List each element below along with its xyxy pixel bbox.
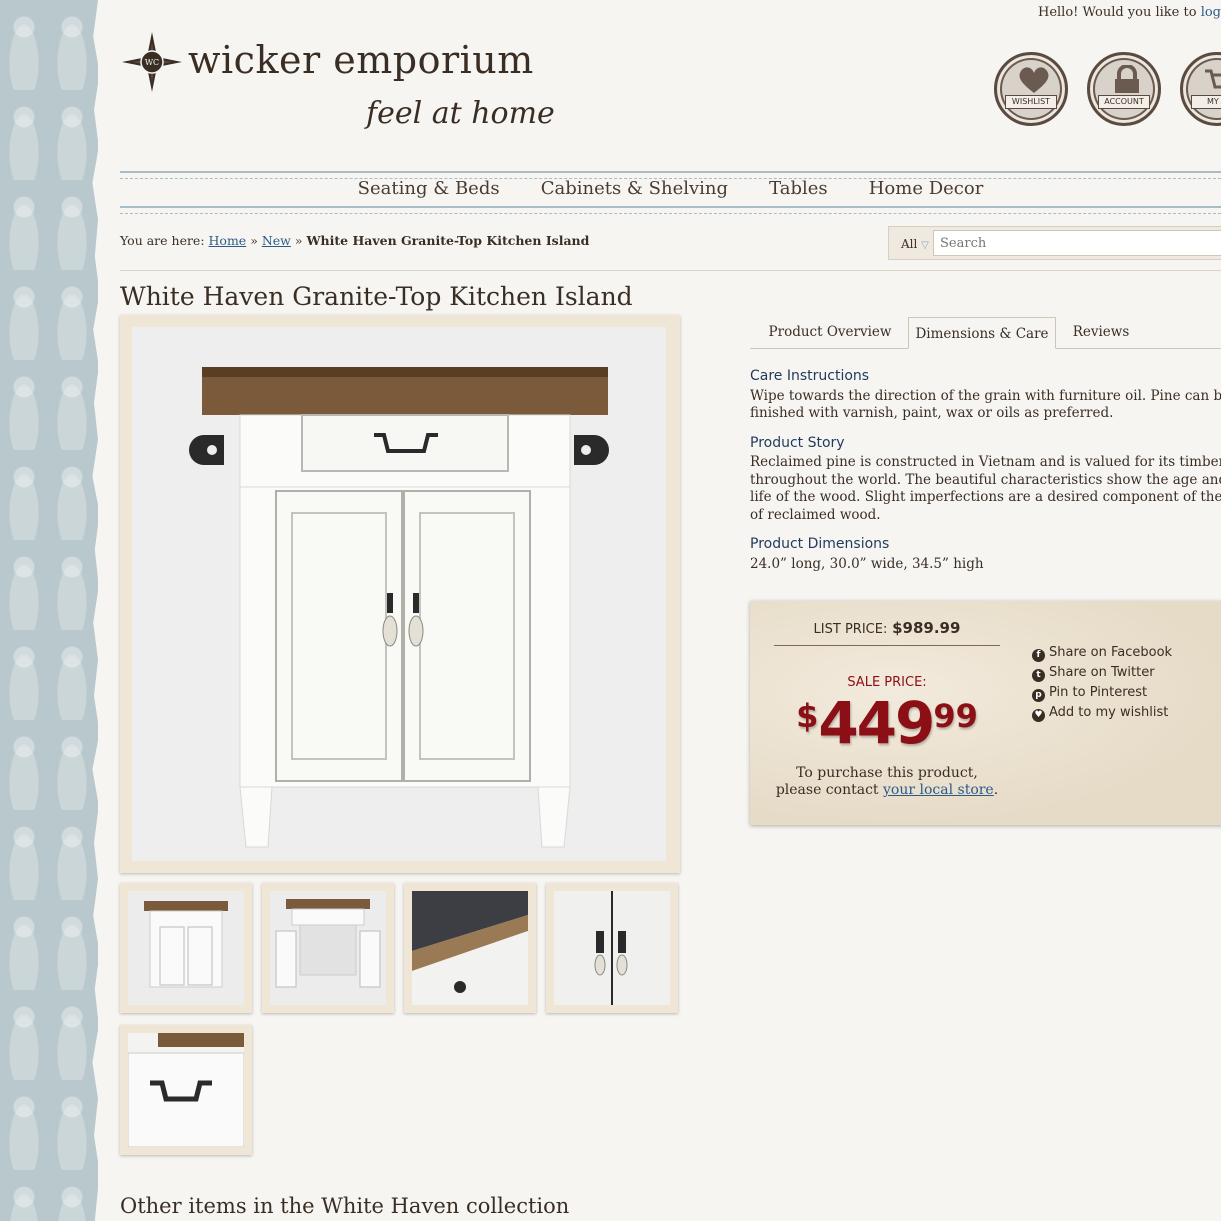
decorative-side-strip bbox=[0, 0, 98, 1221]
add-to-wishlist-label: Add to my wishlist bbox=[1049, 705, 1169, 720]
sale-price-whole: 449 bbox=[818, 689, 935, 757]
pin-pinterest-link[interactable]: p Pin to Pinterest bbox=[1032, 683, 1172, 703]
logo-monogram: WC bbox=[145, 58, 159, 67]
tab-dimensions-care[interactable]: Dimensions & Care bbox=[908, 317, 1056, 349]
kitchen-island-photo bbox=[132, 327, 666, 861]
thumbnail-1[interactable] bbox=[120, 883, 252, 1013]
search-input[interactable] bbox=[933, 230, 1221, 256]
nav-item-home-decor[interactable]: Home Decor bbox=[869, 178, 984, 199]
breadcrumb-current: White Haven Granite-Top Kitchen Island bbox=[306, 233, 590, 248]
care-instructions-heading: Care Instructions bbox=[750, 368, 870, 384]
product-dimensions-heading: Product Dimensions bbox=[750, 536, 890, 552]
share-twitter-link[interactable]: t Share on Twitter bbox=[1032, 663, 1172, 683]
product-title: White Haven Granite-Top Kitchen Island bbox=[120, 282, 633, 311]
twitter-icon: t bbox=[1032, 669, 1045, 682]
sale-price: $44999 bbox=[774, 689, 1000, 757]
nav-item-seating-beds[interactable]: Seating & Beds bbox=[358, 178, 500, 199]
facebook-icon: f bbox=[1032, 649, 1045, 662]
local-store-link[interactable]: your local store bbox=[883, 782, 994, 798]
sale-price-cents: 99 bbox=[933, 697, 978, 735]
thumbnail-image bbox=[554, 891, 670, 1005]
sale-price-currency: $ bbox=[796, 697, 819, 735]
brand-tagline: feel at home bbox=[366, 96, 555, 131]
heart-icon: ♥ bbox=[1032, 709, 1045, 722]
cart-badge[interactable]: MY C bbox=[1180, 52, 1221, 126]
greeting-text: Hello! Would you like to bbox=[1037, 5, 1201, 20]
thumbnail-image bbox=[128, 1033, 244, 1147]
wishlist-badge[interactable]: WISHLIST bbox=[994, 52, 1068, 126]
main-product-image-frame bbox=[120, 315, 680, 873]
nav-item-tables[interactable]: Tables bbox=[769, 178, 828, 199]
product-story-heading: Product Story bbox=[750, 434, 845, 451]
care-line: finished with varnish, paint, wax or oil… bbox=[750, 405, 1114, 421]
thumbnail-image bbox=[128, 891, 244, 1005]
add-to-wishlist-link[interactable]: ♥ Add to my wishlist bbox=[1032, 703, 1172, 723]
chevron-down-icon: ▽ bbox=[921, 240, 929, 251]
share-facebook-label: Share on Facebook bbox=[1049, 645, 1173, 660]
product-story-text: Reclaimed pine is constructed in Vietnam… bbox=[750, 454, 1221, 524]
breadcrumb-prefix: You are here: bbox=[120, 233, 209, 248]
thumbnail-image bbox=[412, 891, 528, 1005]
nav-item-cabinets-shelving[interactable]: Cabinets & Shelving bbox=[541, 178, 728, 199]
section-divider bbox=[120, 270, 1221, 271]
share-links: f Share on Facebook t Share on Twitter p Pi… bbox=[1032, 643, 1172, 723]
product-tabs: Product Overview Dimensions & Care Revie… bbox=[750, 316, 1221, 349]
search-scope-select[interactable]: All ▽ bbox=[901, 237, 929, 251]
list-price-label: LIST PRICE: bbox=[813, 622, 888, 637]
thumbnail-4[interactable] bbox=[546, 883, 678, 1013]
brand-name: wicker emporium bbox=[188, 38, 534, 82]
login-link[interactable]: log bbox=[1201, 5, 1221, 20]
collection-heading: Other items in the White Haven collectio… bbox=[120, 1194, 570, 1218]
main-nav: Seating & Beds Cabinets & Shelving Table… bbox=[120, 178, 1221, 206]
story-line: throughout the world. The beautiful char… bbox=[750, 471, 1221, 488]
breadcrumb-new-link[interactable]: New bbox=[262, 233, 291, 248]
list-price: LIST PRICE: $989.99 bbox=[774, 619, 1000, 646]
pin-pinterest-label: Pin to Pinterest bbox=[1049, 685, 1148, 700]
tab-reviews[interactable]: Reviews bbox=[1060, 316, 1142, 348]
price-box: LIST PRICE: $989.99 SALE PRICE: $44999 T… bbox=[750, 601, 1221, 825]
wishlist-badge-label: WISHLIST bbox=[1005, 95, 1057, 109]
heart-icon bbox=[1019, 67, 1049, 93]
thumbnail-2[interactable] bbox=[262, 883, 394, 1013]
list-price-value: $989.99 bbox=[892, 619, 961, 637]
share-twitter-label: Share on Twitter bbox=[1049, 665, 1155, 680]
purchase-note: To purchase this product, please contact… bbox=[774, 765, 1000, 799]
nav-bottom-rule bbox=[120, 206, 1221, 214]
purchase-note-line2: please contact bbox=[775, 782, 883, 798]
product-dimensions-text: 24.0” long, 30.0” wide, 34.5” high bbox=[750, 555, 984, 572]
breadcrumb-separator: » bbox=[246, 233, 262, 248]
breadcrumb-separator: » bbox=[290, 233, 307, 248]
search-scope-label: All bbox=[901, 237, 918, 251]
cart-badge-label: MY C bbox=[1191, 95, 1221, 109]
pinterest-icon: p bbox=[1032, 689, 1045, 702]
purchase-note-line1: To purchase this product, bbox=[796, 765, 978, 781]
share-facebook-link[interactable]: f Share on Facebook bbox=[1032, 643, 1172, 663]
search-bar: All ▽ bbox=[888, 226, 1221, 260]
sale-price-label: SALE PRICE: bbox=[847, 675, 927, 690]
cart-icon bbox=[1205, 69, 1221, 89]
thumbnail-3[interactable] bbox=[404, 883, 536, 1013]
account-badge[interactable]: ACCOUNT bbox=[1087, 52, 1161, 126]
account-badge-label: ACCOUNT bbox=[1098, 95, 1150, 109]
page: Hello! Would you like to log WC wicker e… bbox=[98, 0, 1221, 1221]
story-line: Reclaimed pine is constructed in Vietnam… bbox=[750, 454, 1221, 470]
tab-content-dimensions-care: Care Instructions Wipe towards the direc… bbox=[750, 368, 1221, 585]
breadcrumb: You are here: Home » New » White Haven G… bbox=[120, 233, 589, 248]
main-product-image[interactable] bbox=[132, 327, 666, 861]
login-greeting: Hello! Would you like to log bbox=[1038, 5, 1221, 20]
thumbnail-5[interactable] bbox=[120, 1025, 252, 1155]
care-line: Wipe towards the direction of the grain … bbox=[750, 387, 1221, 404]
tab-product-overview[interactable]: Product Overview bbox=[750, 316, 910, 348]
purchase-note-end: . bbox=[993, 782, 999, 798]
breadcrumb-home-link[interactable]: Home bbox=[209, 233, 247, 248]
care-instructions-text: Wipe towards the direction of the grain … bbox=[750, 388, 1221, 423]
lock-icon bbox=[1115, 65, 1139, 93]
compass-logo-icon: WC bbox=[122, 32, 182, 92]
thumbnail-image bbox=[270, 891, 386, 1005]
story-line: life of the wood. Slight imperfections a… bbox=[750, 489, 1221, 505]
story-line: of reclaimed wood. bbox=[750, 506, 881, 523]
